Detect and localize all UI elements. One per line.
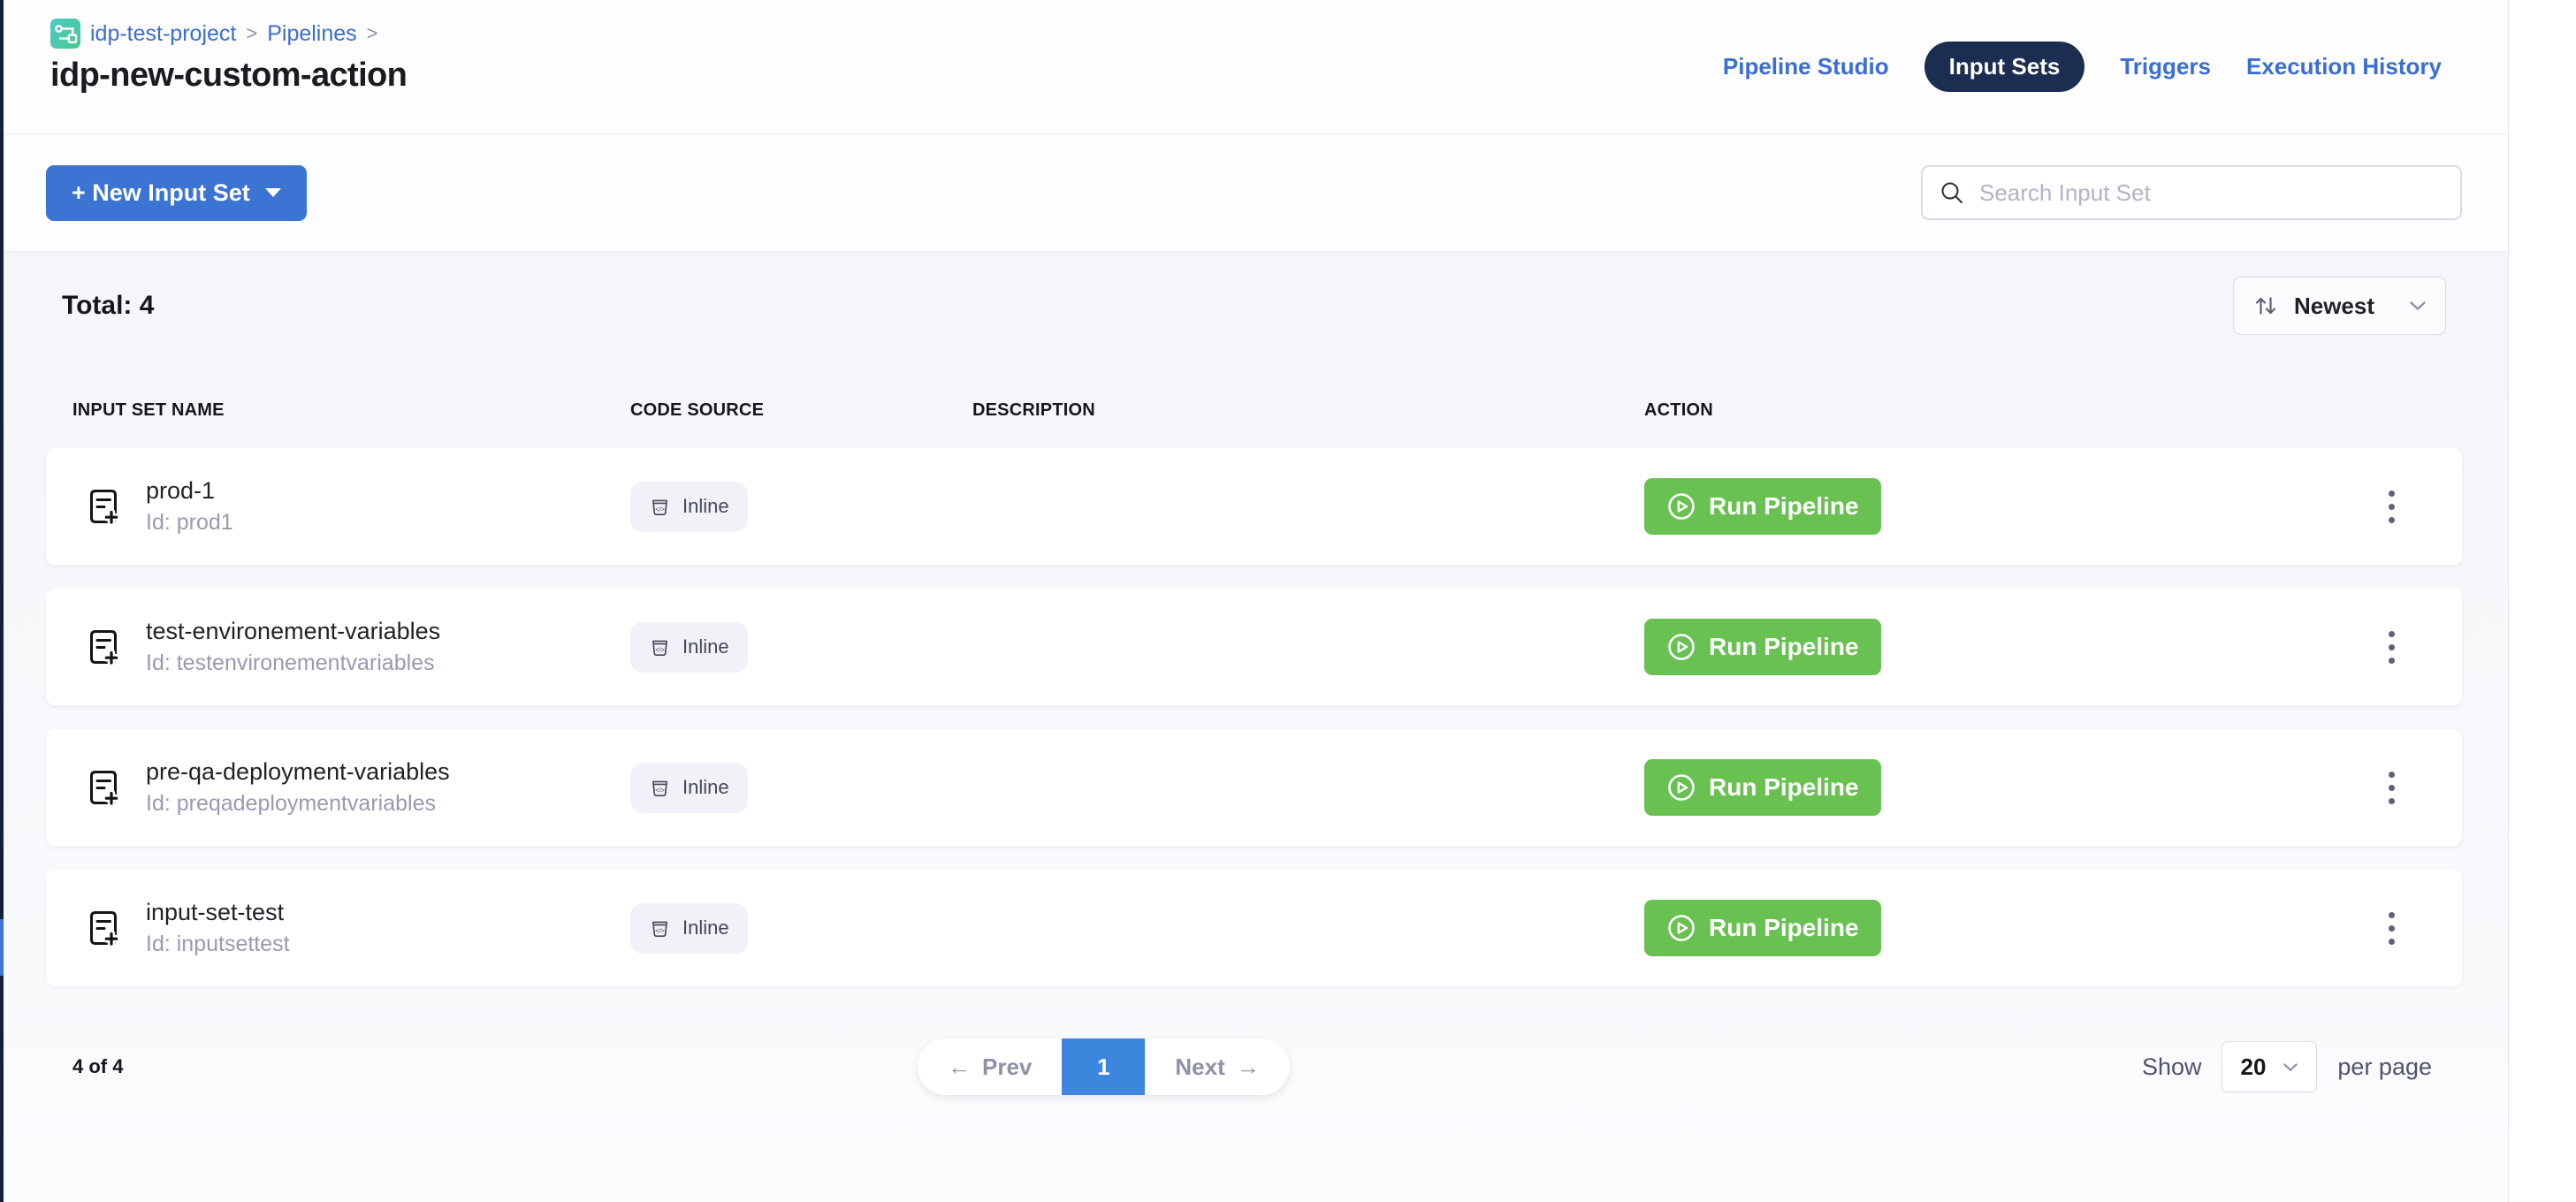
next-page-button[interactable]: Next → xyxy=(1145,1038,1289,1095)
chevron-down-icon xyxy=(2283,1062,2298,1072)
input-set-row[interactable]: input-set-test Id: inputsettest </> Inli… xyxy=(46,870,2462,986)
input-set-id: Id: testenvironementvariables xyxy=(146,650,440,676)
code-source-label: Inline xyxy=(682,635,729,658)
toolbar: + New Input Set xyxy=(0,134,2508,252)
inline-store-icon: </> xyxy=(649,636,671,658)
code-source-label: Inline xyxy=(682,917,729,940)
page-size-select[interactable]: 20 xyxy=(2222,1041,2317,1092)
run-pipeline-button[interactable]: Run Pipeline xyxy=(1644,759,1881,816)
input-set-name: test-environement-variables xyxy=(146,618,440,645)
new-input-set-button[interactable]: + New Input Set xyxy=(46,165,307,221)
collapsed-sidebar-edge xyxy=(0,0,4,1202)
input-set-row[interactable]: pre-qa-deployment-variables Id: preqadep… xyxy=(46,729,2462,846)
per-page-label: per page xyxy=(2337,1054,2432,1081)
pipeline-icon xyxy=(50,19,80,49)
svg-text:</>: </> xyxy=(655,645,665,653)
search-icon xyxy=(1939,179,1965,206)
code-source-badge: </> Inline xyxy=(630,763,748,813)
code-source-label: Inline xyxy=(682,495,729,518)
play-circle-icon xyxy=(1666,491,1696,521)
page-title: idp-new-custom-action xyxy=(50,57,407,95)
kebab-menu-icon[interactable] xyxy=(2380,622,2404,673)
tab-pipeline-studio[interactable]: Pipeline Studio xyxy=(1723,53,1889,80)
code-source-badge: </> Inline xyxy=(630,482,748,532)
input-set-name: input-set-test xyxy=(146,899,290,926)
inline-store-icon: </> xyxy=(649,496,671,518)
sidebar-scroll-indicator xyxy=(0,919,4,976)
pagination-range: 4 of 4 xyxy=(72,1055,123,1078)
tab-triggers[interactable]: Triggers xyxy=(2120,53,2211,80)
page-1-button[interactable]: 1 xyxy=(1062,1038,1145,1095)
breadcrumb-separator: > xyxy=(246,22,257,45)
svg-text:</>: </> xyxy=(655,786,665,794)
prev-page-button[interactable]: ← Prev xyxy=(918,1038,1062,1095)
search-box xyxy=(1921,165,2462,220)
code-source-badge: </> Inline xyxy=(630,622,748,673)
breadcrumb-separator: > xyxy=(367,22,378,45)
input-set-id: Id: preqadeploymentvariables xyxy=(146,791,450,817)
table-body: prod-1 Id: prod1 </> Inline Run P xyxy=(46,448,2462,986)
search-input[interactable] xyxy=(1979,167,2444,218)
chevron-down-icon xyxy=(2409,300,2427,311)
show-label: Show xyxy=(2142,1054,2202,1081)
code-source-label: Inline xyxy=(682,776,729,799)
run-pipeline-label: Run Pipeline xyxy=(1709,773,1859,802)
tab-execution-history[interactable]: Execution History xyxy=(2246,53,2442,80)
play-circle-icon xyxy=(1666,772,1696,803)
total-count: Total: 4 xyxy=(46,291,154,321)
page-size-value: 20 xyxy=(2240,1054,2266,1081)
input-set-icon xyxy=(84,767,123,808)
input-set-row[interactable]: prod-1 Id: prod1 </> Inline Run P xyxy=(46,448,2462,565)
kebab-menu-icon[interactable] xyxy=(2380,482,2404,532)
arrow-left-icon: ← xyxy=(948,1054,971,1081)
input-set-name: prod-1 xyxy=(146,477,233,505)
run-pipeline-label: Run Pipeline xyxy=(1709,914,1859,942)
svg-text:</>: </> xyxy=(655,505,665,513)
play-circle-icon xyxy=(1666,632,1696,662)
pager: ← Prev 1 Next → xyxy=(918,1038,1290,1095)
column-input-set-name: INPUT SET NAME xyxy=(46,400,630,421)
column-action: ACTION xyxy=(1644,400,2462,421)
column-code-source: CODE SOURCE xyxy=(630,400,972,421)
input-set-name: pre-qa-deployment-variables xyxy=(146,758,450,786)
input-set-icon xyxy=(84,486,123,527)
sort-dropdown[interactable]: Newest xyxy=(2233,277,2446,335)
table-header: INPUT SET NAME CODE SOURCE DESCRIPTION A… xyxy=(46,400,2462,421)
input-set-row[interactable]: test-environement-variables Id: testenvi… xyxy=(46,589,2462,705)
breadcrumb-project-link[interactable]: idp-test-project xyxy=(90,21,236,47)
run-pipeline-label: Run Pipeline xyxy=(1709,633,1859,661)
run-pipeline-button[interactable]: Run Pipeline xyxy=(1644,478,1881,535)
pagination: 4 of 4 ← Prev 1 Next → Show 20 xyxy=(46,1038,2462,1095)
run-pipeline-label: Run Pipeline xyxy=(1709,492,1859,521)
sort-arrows-icon xyxy=(2252,293,2279,319)
kebab-menu-icon[interactable] xyxy=(2380,903,2404,954)
input-sets-page: idp-test-project > Pipelines > idp-new-c… xyxy=(0,0,2509,1202)
tab-input-sets[interactable]: Input Sets xyxy=(1924,42,2085,92)
sort-value: Newest xyxy=(2294,293,2374,320)
caret-down-icon xyxy=(265,188,281,197)
kebab-menu-icon[interactable] xyxy=(2380,763,2404,813)
breadcrumb: idp-test-project > Pipelines > xyxy=(50,19,407,49)
input-set-icon xyxy=(84,908,123,948)
code-source-badge: </> Inline xyxy=(630,903,748,954)
pipeline-tabs: Pipeline Studio Input Sets Triggers Exec… xyxy=(1723,0,2442,133)
page-header: idp-test-project > Pipelines > idp-new-c… xyxy=(0,0,2508,134)
input-set-id: Id: prod1 xyxy=(146,510,233,536)
svg-text:</>: </> xyxy=(655,926,665,934)
input-set-id: Id: inputsettest xyxy=(146,932,290,957)
breadcrumb-pipelines-link[interactable]: Pipelines xyxy=(267,21,356,47)
inline-store-icon: </> xyxy=(649,777,671,799)
column-description: DESCRIPTION xyxy=(972,400,1644,421)
play-circle-icon xyxy=(1666,913,1696,943)
run-pipeline-button[interactable]: Run Pipeline xyxy=(1644,900,1881,956)
input-set-icon xyxy=(84,627,123,667)
arrow-right-icon: → xyxy=(1237,1054,1260,1081)
input-set-list: Total: 4 Newest INPUT SET NAME CODE SOUR… xyxy=(0,252,2508,1201)
new-input-set-label: + New Input Set xyxy=(72,179,250,207)
inline-store-icon: </> xyxy=(649,917,671,940)
run-pipeline-button[interactable]: Run Pipeline xyxy=(1644,619,1881,675)
